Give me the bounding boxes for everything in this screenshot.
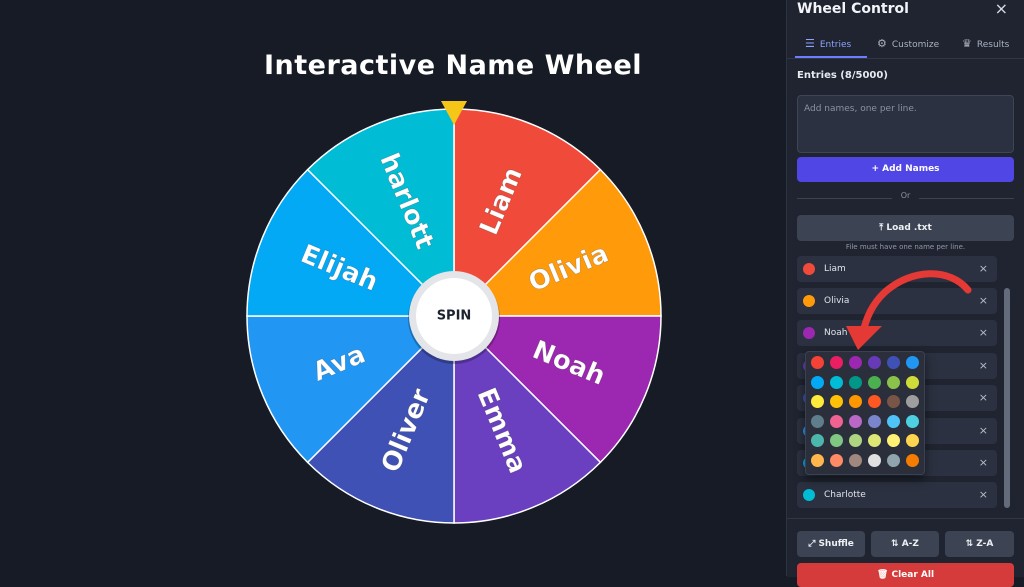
close-icon[interactable]: × (979, 256, 988, 282)
close-icon[interactable]: × (979, 482, 988, 508)
close-icon[interactable]: × (979, 320, 988, 346)
color-swatch[interactable] (868, 434, 881, 447)
color-swatch[interactable] (906, 434, 919, 447)
color-swatch[interactable] (887, 453, 900, 467)
wheel-stage: Interactive Name Wheel Liam Olivia Noah Emm… (0, 0, 786, 576)
color-swatch[interactable] (811, 356, 824, 369)
color-swatch[interactable] (849, 375, 862, 389)
list-item[interactable]: Olivia × (797, 288, 997, 314)
color-swatch[interactable] (849, 453, 862, 467)
panel-footer: ⤢ Shuffle ⇅ A-Z ⇅ Z-A 🗑 Clear All (787, 518, 1024, 587)
color-swatch[interactable] (906, 356, 919, 369)
divider-line (919, 198, 1014, 199)
color-swatch[interactable] (830, 434, 843, 447)
list-item[interactable]: Liam × (797, 256, 997, 282)
tab-entries-label: Entries (819, 40, 852, 50)
trophy-icon: ♛ (962, 37, 972, 50)
color-dot[interactable] (803, 489, 815, 501)
color-swatch[interactable] (811, 395, 824, 408)
close-icon[interactable]: × (979, 450, 988, 476)
color-picker-popup (805, 351, 925, 475)
entry-name: Charlotte (824, 490, 866, 500)
color-swatch[interactable] (906, 453, 919, 467)
spin-button-label[interactable]: SPIN (437, 309, 472, 324)
color-dot[interactable] (803, 327, 815, 339)
color-swatch[interactable] (811, 414, 824, 428)
color-swatch[interactable] (849, 414, 862, 428)
sort-za-button[interactable]: ⇅ Z-A (945, 531, 1014, 557)
entry-name: Liam (824, 264, 846, 274)
entry-name: Olivia (824, 296, 850, 306)
active-tab-indicator (795, 56, 867, 58)
tab-results-label: Results (976, 40, 1010, 50)
color-swatch[interactable] (868, 375, 881, 389)
names-textarea[interactable] (797, 95, 1014, 153)
color-swatch[interactable] (811, 434, 824, 447)
sort-az-button[interactable]: ⇅ A-Z (871, 531, 939, 557)
name-wheel[interactable]: LiamOliviaNoahEmmaOliverAvaElijahharlott… (0, 0, 786, 576)
add-names-button[interactable]: + Add Names (797, 157, 1014, 182)
wheel-control-panel: Wheel Control × ☰ Entries ⚙ Customize ♛ Res… (786, 0, 1024, 587)
tab-results[interactable]: ♛ Results (962, 30, 1009, 58)
entries-count: Entries (8/5000) (797, 70, 888, 81)
close-icon[interactable]: × (979, 353, 988, 379)
color-swatch[interactable] (868, 356, 881, 369)
list-icon: ☰ (805, 37, 815, 50)
tab-entries[interactable]: ☰ Entries (805, 30, 851, 58)
color-swatch[interactable] (887, 414, 900, 428)
color-swatch[interactable] (811, 453, 824, 467)
tab-customize-label: Customize (891, 40, 940, 50)
color-swatch[interactable] (906, 414, 919, 428)
color-swatch[interactable] (887, 356, 900, 369)
list-item[interactable]: Noah × (797, 320, 997, 346)
color-swatch[interactable] (811, 375, 824, 389)
color-swatch[interactable] (906, 395, 919, 408)
load-hint: File must have one name per line. (845, 243, 966, 251)
panel-title: Wheel Control (797, 1, 909, 17)
scrollbar-thumb[interactable] (1004, 288, 1010, 508)
shuffle-button[interactable]: ⤢ Shuffle (797, 531, 865, 557)
entry-name: Noah (824, 328, 848, 338)
color-swatch[interactable] (849, 356, 862, 369)
gear-icon: ⚙ (877, 37, 887, 50)
color-swatch[interactable] (830, 375, 843, 389)
color-swatch[interactable] (830, 453, 843, 467)
close-icon[interactable]: × (995, 0, 1008, 18)
panel-tabs: ☰ Entries ⚙ Customize ♛ Results (787, 30, 1024, 59)
color-swatch[interactable] (887, 434, 900, 447)
color-swatch[interactable] (887, 395, 900, 408)
close-icon[interactable]: × (979, 418, 988, 444)
list-item[interactable]: Charlotte × (797, 482, 997, 508)
color-swatch[interactable] (868, 414, 881, 428)
clear-all-button[interactable]: 🗑 Clear All (797, 563, 1014, 587)
color-swatch[interactable] (849, 434, 862, 447)
color-dot[interactable] (803, 263, 815, 275)
color-swatch[interactable] (830, 414, 843, 428)
load-txt-button[interactable]: ⤒ Load .txt (797, 215, 1014, 241)
color-dot[interactable] (803, 295, 815, 307)
or-divider: Or (797, 191, 1014, 205)
color-swatch[interactable] (830, 356, 843, 369)
color-swatch[interactable] (868, 453, 881, 467)
color-swatch[interactable] (849, 395, 862, 408)
color-swatch[interactable] (830, 395, 843, 408)
close-icon[interactable]: × (979, 288, 988, 314)
color-swatch[interactable] (906, 375, 919, 389)
color-swatch[interactable] (887, 375, 900, 389)
close-icon[interactable]: × (979, 385, 988, 411)
entries-scrollbar[interactable] (1003, 262, 1011, 508)
tab-customize[interactable]: ⚙ Customize (877, 30, 939, 58)
color-swatch[interactable] (868, 395, 881, 408)
